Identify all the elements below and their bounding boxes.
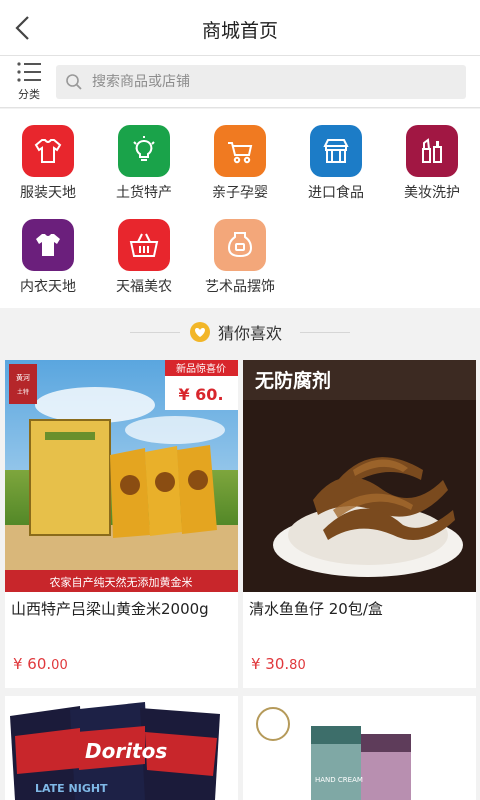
page-title: 商城首页: [201, 20, 278, 42]
heart-icon: [190, 322, 210, 342]
shirt-icon: [22, 125, 74, 177]
product-price: ¥ 60.00: [13, 655, 68, 673]
category-label: 服装天地: [20, 185, 76, 201]
search-icon: [66, 74, 82, 90]
product-image: HAND CREAM: [243, 696, 476, 800]
product-name: 清水鱼鱼仔 20包/盒: [249, 600, 383, 618]
product-card[interactable]: 无防腐剂 清水鱼鱼仔 20包/盒 ¥ 30.80: [243, 360, 476, 688]
vase-icon: [214, 219, 266, 271]
category-art-decor[interactable]: 艺术品摆饰: [192, 203, 288, 295]
category-imported-food[interactable]: 进口食品: [288, 109, 384, 201]
list-icon: [17, 62, 41, 82]
product-card[interactable]: 黄河 土特 新品惊喜价 ¥ 60. 农家自产纯天然无添加黄金米 山西特产吕梁山黄…: [5, 360, 238, 688]
tshirt-icon: [22, 219, 74, 271]
category-button[interactable]: 分类: [10, 60, 48, 104]
svg-text:土特: 土特: [17, 388, 29, 396]
cosmetics-icon: [406, 125, 458, 177]
svg-text:黄河: 黄河: [16, 373, 30, 382]
store-icon: [310, 125, 362, 177]
top-bar: 商城首页: [0, 0, 480, 56]
search-box[interactable]: [56, 65, 466, 99]
product-sub: LATE NIGHT: [35, 782, 108, 795]
category-clothing[interactable]: 服装天地: [0, 109, 96, 201]
search-input[interactable]: [92, 65, 452, 99]
badge-title: 新品惊喜价: [176, 362, 226, 375]
category-label: 分类: [18, 88, 40, 101]
lightbulb-icon: [118, 125, 170, 177]
section-header: 猜你喜欢: [0, 316, 480, 348]
category-label: 内衣天地: [20, 279, 76, 295]
category-label: 艺术品摆饰: [205, 279, 275, 295]
product-banner: 农家自产纯天然无添加黄金米: [50, 575, 193, 589]
product-label: HAND CREAM: [315, 776, 363, 784]
section-title: 猜你喜欢: [218, 324, 283, 343]
badge-price: ¥ 60.: [178, 385, 223, 404]
stroller-icon: [214, 125, 266, 177]
product-image: 无防腐剂: [243, 360, 476, 592]
category-label: 进口食品: [308, 185, 364, 201]
category-label: 土货特产: [116, 185, 172, 201]
product-headline: 无防腐剂: [255, 369, 331, 392]
category-underwear[interactable]: 内衣天地: [0, 203, 96, 295]
divider: [300, 332, 350, 333]
product-name: 山西特产吕梁山黄金米2000g: [11, 600, 209, 618]
category-cosmetics[interactable]: 美妆洗护: [384, 109, 480, 201]
category-tianfu-agri[interactable]: 天福美农: [96, 203, 192, 295]
product-image: 黄河 土特 新品惊喜价 ¥ 60. 农家自产纯天然无添加黄金米: [5, 360, 238, 592]
category-label: 天福美农: [116, 279, 172, 295]
product-card[interactable]: Doritos LATE NIGHT: [5, 696, 238, 800]
search-bar: 分类: [0, 56, 480, 108]
product-brand: Doritos: [85, 739, 167, 763]
divider: [130, 332, 180, 333]
basket-icon: [118, 219, 170, 271]
category-grid: 服装天地 土货特产 亲子孕婴 进口食品 美妆洗护 内衣天地 天福美农 艺术品摆饰: [0, 109, 480, 308]
product-card[interactable]: HAND CREAM: [243, 696, 476, 800]
category-local-specialty[interactable]: 土货特产: [96, 109, 192, 201]
category-maternity-baby[interactable]: 亲子孕婴: [192, 109, 288, 201]
product-image: Doritos LATE NIGHT: [5, 696, 238, 800]
category-label: 美妆洗护: [404, 185, 460, 201]
product-price: ¥ 30.80: [251, 655, 306, 673]
category-label: 亲子孕婴: [212, 185, 268, 201]
